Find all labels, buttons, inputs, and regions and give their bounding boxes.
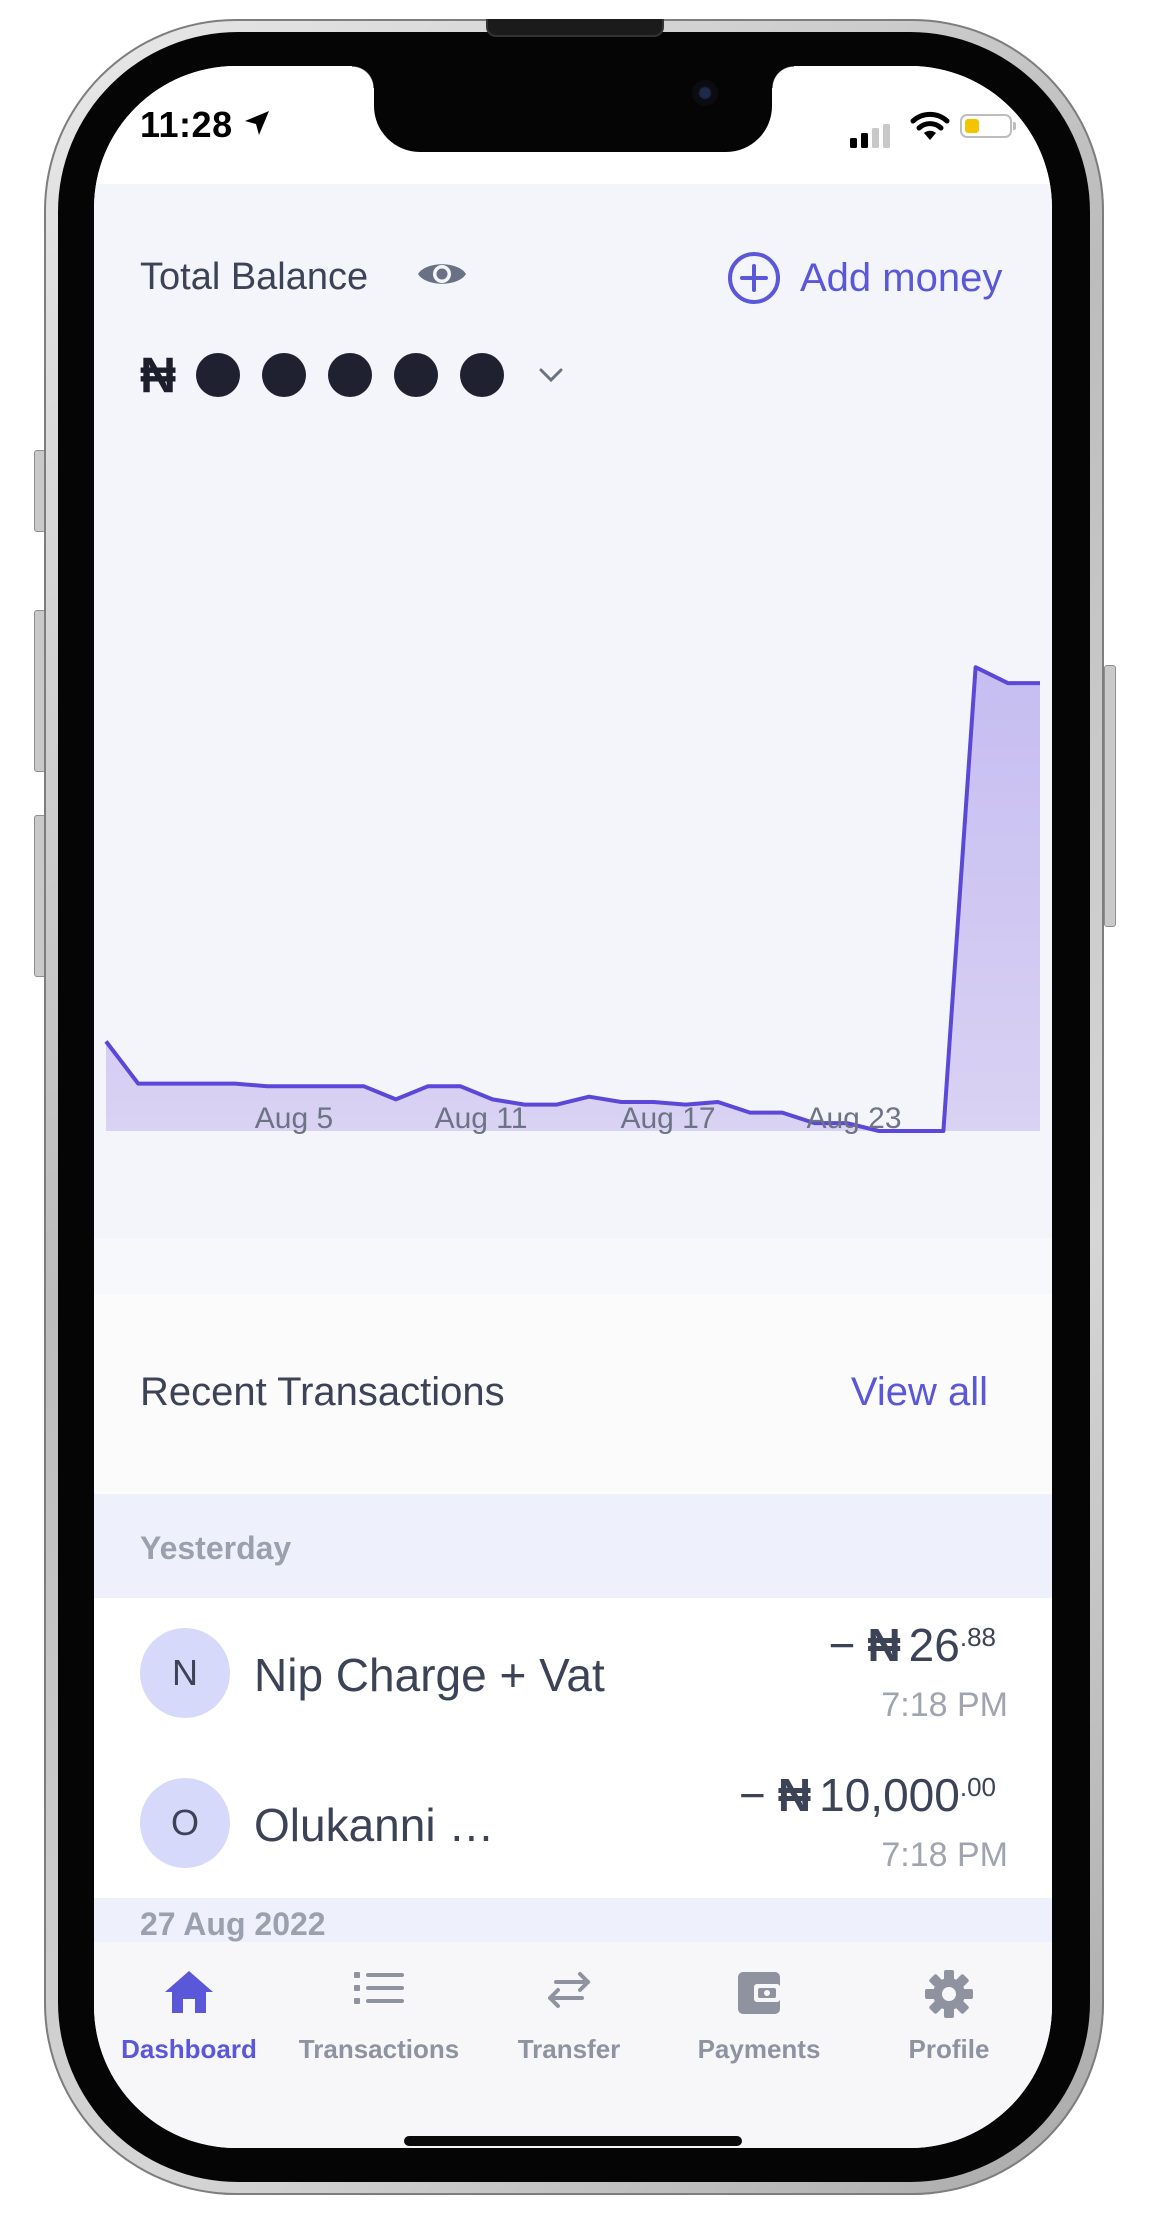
date-group-label: 27 Aug 2022 <box>140 1906 326 1942</box>
balance-chart <box>104 665 1040 1133</box>
date-group-label: Yesterday <box>140 1530 292 1566</box>
avatar: N <box>140 1628 230 1718</box>
chart-series-line <box>104 665 1040 1133</box>
tab-payments[interactable]: Payments <box>664 1942 854 2072</box>
earpiece-speaker <box>486 19 664 37</box>
amount-decimals: .88 <box>959 1622 996 1652</box>
tab-label: Transactions <box>298 2034 460 2064</box>
add-money-label: Add money <box>800 255 1003 300</box>
cellular-signal-icon <box>850 124 890 148</box>
amount-currency: ₦ <box>777 1769 812 1821</box>
add-money-button[interactable]: Add money <box>726 250 1002 306</box>
eye-icon[interactable] <box>416 256 468 292</box>
wifi-icon <box>910 111 950 140</box>
currency-symbol: ₦ <box>140 347 177 403</box>
transaction-name: Nip Charge + Vat <box>254 1649 605 1701</box>
battery-icon <box>960 114 1016 138</box>
status-time: 11:28 <box>140 104 233 145</box>
home-indicator[interactable] <box>404 2136 742 2146</box>
amount-currency: ₦ <box>867 1619 901 1671</box>
wallet-icon <box>738 1972 780 2014</box>
x-tick-label: Aug 23 <box>806 1102 902 1135</box>
tab-label: Payments <box>697 2034 821 2064</box>
transaction-time: 7:18 PM <box>881 1686 1008 1724</box>
hidden-balance-dots <box>196 353 505 397</box>
tab-profile[interactable]: Profile <box>854 1942 1044 2072</box>
transaction-amount: − ₦ 10,000 .00 <box>739 1768 996 1822</box>
notch <box>352 66 794 152</box>
transaction-time: 7:18 PM <box>881 1836 1008 1874</box>
total-balance-label: Total Balance <box>140 256 369 298</box>
phone-screen: 11:28 Total Balance Add money ₦ Aug 5 Au… <box>94 66 1052 2148</box>
bottom-tab-bar: Dashboard Transactions Transfer Payments… <box>94 1942 1052 2148</box>
power-button <box>1104 665 1116 927</box>
chart-area-fill <box>106 667 1040 1131</box>
list-icon <box>354 1972 404 2004</box>
tab-label: Dashboard <box>121 2034 257 2064</box>
balance-card <box>94 184 1052 1238</box>
amount-value: 26 <box>908 1619 960 1671</box>
tab-transfer[interactable]: Transfer <box>474 1942 664 2072</box>
amount-decimals: .00 <box>959 1772 996 1802</box>
chevron-down-icon[interactable] <box>538 366 564 384</box>
transaction-row[interactable]: N Nip Charge + Vat − ₦ 26 .88 7:18 PM <box>94 1598 1052 1748</box>
balance-amount[interactable]: ₦ <box>140 346 564 404</box>
front-camera <box>692 80 718 106</box>
home-icon <box>165 1971 213 2013</box>
avatar: O <box>140 1778 230 1868</box>
amount-value: 10,000 <box>819 1769 960 1821</box>
view-all-link[interactable]: View all <box>851 1370 988 1415</box>
amount-sign: − <box>828 1619 856 1671</box>
recent-transactions-title: Recent Transactions <box>140 1370 505 1414</box>
tab-transactions[interactable]: Transactions <box>284 1942 474 2072</box>
tab-label: Profile <box>908 2034 990 2064</box>
transaction-name: Olukanni … <box>254 1799 495 1851</box>
transaction-row[interactable]: O Olukanni … − ₦ 10,000 .00 7:18 PM <box>94 1748 1052 1898</box>
x-tick-label: Aug 17 <box>620 1102 716 1135</box>
x-tick-label: Aug 5 <box>254 1102 334 1135</box>
plus-circle-icon <box>728 252 780 304</box>
x-tick-label: Aug 11 <box>434 1102 528 1135</box>
transfer-arrows-icon <box>548 1972 590 2008</box>
amount-sign: − <box>739 1769 766 1821</box>
gear-icon <box>925 1970 973 2018</box>
location-arrow-icon <box>245 111 269 135</box>
tab-dashboard[interactable]: Dashboard <box>94 1942 284 2072</box>
section-divider <box>94 1238 1052 1294</box>
transaction-amount: − ₦ 26 .88 <box>829 1618 996 1672</box>
tab-label: Transfer <box>517 2034 621 2064</box>
